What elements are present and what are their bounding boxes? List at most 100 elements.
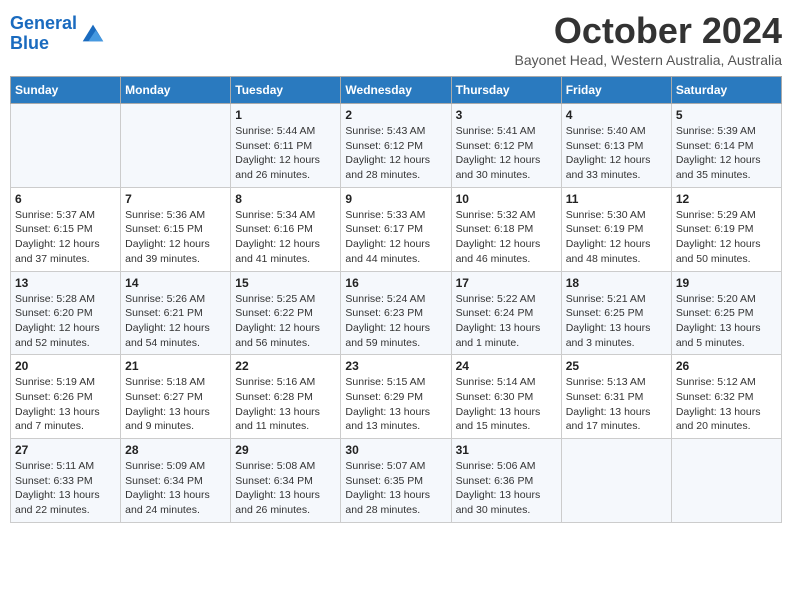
day-info: Sunrise: 5:41 AM Sunset: 6:12 PM Dayligh… — [456, 124, 557, 183]
day-number: 29 — [235, 443, 336, 457]
calendar-day-cell: 10 Sunrise: 5:32 AM Sunset: 6:18 PM Dayli… — [451, 187, 561, 271]
calendar-day-cell: 24 Sunrise: 5:14 AM Sunset: 6:30 PM Dayli… — [451, 355, 561, 439]
calendar-day-cell: 21 Sunrise: 5:18 AM Sunset: 6:27 PM Dayli… — [121, 355, 231, 439]
day-info: Sunrise: 5:33 AM Sunset: 6:17 PM Dayligh… — [345, 208, 446, 267]
day-number: 23 — [345, 359, 446, 373]
day-number: 17 — [456, 276, 557, 290]
day-number: 3 — [456, 108, 557, 122]
day-number: 12 — [676, 192, 777, 206]
weekday-header-cell: Friday — [561, 77, 671, 104]
calendar-day-cell: 25 Sunrise: 5:13 AM Sunset: 6:31 PM Dayli… — [561, 355, 671, 439]
day-number: 10 — [456, 192, 557, 206]
calendar-day-cell: 16 Sunrise: 5:24 AM Sunset: 6:23 PM Dayli… — [341, 271, 451, 355]
day-number: 31 — [456, 443, 557, 457]
day-info: Sunrise: 5:14 AM Sunset: 6:30 PM Dayligh… — [456, 375, 557, 434]
day-number: 21 — [125, 359, 226, 373]
day-info: Sunrise: 5:18 AM Sunset: 6:27 PM Dayligh… — [125, 375, 226, 434]
day-info: Sunrise: 5:25 AM Sunset: 6:22 PM Dayligh… — [235, 292, 336, 351]
day-info: Sunrise: 5:06 AM Sunset: 6:36 PM Dayligh… — [456, 459, 557, 518]
location-title: Bayonet Head, Western Australia, Austral… — [515, 52, 782, 68]
day-info: Sunrise: 5:36 AM Sunset: 6:15 PM Dayligh… — [125, 208, 226, 267]
page-header: General Blue October 2024 Bayonet Head, … — [10, 10, 782, 68]
day-info: Sunrise: 5:40 AM Sunset: 6:13 PM Dayligh… — [566, 124, 667, 183]
calendar-day-cell — [11, 104, 121, 188]
calendar-day-cell — [671, 439, 781, 523]
title-block: October 2024 Bayonet Head, Western Austr… — [515, 10, 782, 68]
day-info: Sunrise: 5:13 AM Sunset: 6:31 PM Dayligh… — [566, 375, 667, 434]
day-info: Sunrise: 5:37 AM Sunset: 6:15 PM Dayligh… — [15, 208, 116, 267]
weekday-header-cell: Tuesday — [231, 77, 341, 104]
calendar-day-cell: 13Sunrise: 5:28 AM Sunset: 6:20 PM Dayli… — [11, 271, 121, 355]
weekday-header-row: SundayMondayTuesdayWednesdayThursdayFrid… — [11, 77, 782, 104]
calendar-day-cell: 17 Sunrise: 5:22 AM Sunset: 6:24 PM Dayli… — [451, 271, 561, 355]
calendar-day-cell: 29 Sunrise: 5:08 AM Sunset: 6:34 PM Dayli… — [231, 439, 341, 523]
weekday-header-cell: Saturday — [671, 77, 781, 104]
weekday-header-cell: Thursday — [451, 77, 561, 104]
day-info: Sunrise: 5:34 AM Sunset: 6:16 PM Dayligh… — [235, 208, 336, 267]
day-number: 14 — [125, 276, 226, 290]
day-number: 20 — [15, 359, 116, 373]
calendar-day-cell: 7Sunrise: 5:36 AM Sunset: 6:15 PM Daylig… — [121, 187, 231, 271]
calendar-day-cell: 3 Sunrise: 5:41 AM Sunset: 6:12 PM Daylig… — [451, 104, 561, 188]
logo-icon — [79, 19, 107, 47]
calendar-week-row: 20 Sunrise: 5:19 AM Sunset: 6:26 PM Dayli… — [11, 355, 782, 439]
day-number: 22 — [235, 359, 336, 373]
calendar-day-cell: 9 Sunrise: 5:33 AM Sunset: 6:17 PM Daylig… — [341, 187, 451, 271]
calendar-day-cell: 1 Sunrise: 5:44 AM Sunset: 6:11 PM Daylig… — [231, 104, 341, 188]
day-info: Sunrise: 5:20 AM Sunset: 6:25 PM Dayligh… — [676, 292, 777, 351]
calendar-day-cell — [561, 439, 671, 523]
day-info: Sunrise: 5:32 AM Sunset: 6:18 PM Dayligh… — [456, 208, 557, 267]
day-number: 16 — [345, 276, 446, 290]
day-info: Sunrise: 5:22 AM Sunset: 6:24 PM Dayligh… — [456, 292, 557, 351]
calendar-day-cell: 30 Sunrise: 5:07 AM Sunset: 6:35 PM Dayli… — [341, 439, 451, 523]
day-info: Sunrise: 5:24 AM Sunset: 6:23 PM Dayligh… — [345, 292, 446, 351]
calendar-day-cell — [121, 104, 231, 188]
day-number: 1 — [235, 108, 336, 122]
calendar-day-cell: 6 Sunrise: 5:37 AM Sunset: 6:15 PM Daylig… — [11, 187, 121, 271]
calendar-day-cell: 5 Sunrise: 5:39 AM Sunset: 6:14 PM Daylig… — [671, 104, 781, 188]
day-number: 18 — [566, 276, 667, 290]
calendar-day-cell: 15 Sunrise: 5:25 AM Sunset: 6:22 PM Dayli… — [231, 271, 341, 355]
day-info: Sunrise: 5:11 AM Sunset: 6:33 PM Dayligh… — [15, 459, 116, 518]
day-number: 24 — [456, 359, 557, 373]
day-number: 25 — [566, 359, 667, 373]
day-info: Sunrise: 5:08 AM Sunset: 6:34 PM Dayligh… — [235, 459, 336, 518]
day-info: Sunrise: 5:07 AM Sunset: 6:35 PM Dayligh… — [345, 459, 446, 518]
calendar-week-row: 27Sunrise: 5:11 AM Sunset: 6:33 PM Dayli… — [11, 439, 782, 523]
calendar-day-cell: 27Sunrise: 5:11 AM Sunset: 6:33 PM Dayli… — [11, 439, 121, 523]
day-number: 6 — [15, 192, 116, 206]
day-info: Sunrise: 5:28 AM Sunset: 6:20 PM Dayligh… — [15, 292, 116, 351]
calendar-day-cell: 19 Sunrise: 5:20 AM Sunset: 6:25 PM Dayli… — [671, 271, 781, 355]
day-info: Sunrise: 5:44 AM Sunset: 6:11 PM Dayligh… — [235, 124, 336, 183]
day-number: 15 — [235, 276, 336, 290]
day-info: Sunrise: 5:15 AM Sunset: 6:29 PM Dayligh… — [345, 375, 446, 434]
calendar-week-row: 1 Sunrise: 5:44 AM Sunset: 6:11 PM Daylig… — [11, 104, 782, 188]
day-number: 9 — [345, 192, 446, 206]
day-number: 4 — [566, 108, 667, 122]
day-info: Sunrise: 5:19 AM Sunset: 6:26 PM Dayligh… — [15, 375, 116, 434]
calendar-day-cell: 26Sunrise: 5:12 AM Sunset: 6:32 PM Dayli… — [671, 355, 781, 439]
day-info: Sunrise: 5:26 AM Sunset: 6:21 PM Dayligh… — [125, 292, 226, 351]
day-number: 5 — [676, 108, 777, 122]
calendar-week-row: 6 Sunrise: 5:37 AM Sunset: 6:15 PM Daylig… — [11, 187, 782, 271]
calendar-day-cell: 11 Sunrise: 5:30 AM Sunset: 6:19 PM Dayli… — [561, 187, 671, 271]
day-info: Sunrise: 5:39 AM Sunset: 6:14 PM Dayligh… — [676, 124, 777, 183]
day-info: Sunrise: 5:30 AM Sunset: 6:19 PM Dayligh… — [566, 208, 667, 267]
day-number: 19 — [676, 276, 777, 290]
calendar-day-cell: 4 Sunrise: 5:40 AM Sunset: 6:13 PM Daylig… — [561, 104, 671, 188]
day-number: 11 — [566, 192, 667, 206]
day-info: Sunrise: 5:29 AM Sunset: 6:19 PM Dayligh… — [676, 208, 777, 267]
calendar-week-row: 13Sunrise: 5:28 AM Sunset: 6:20 PM Dayli… — [11, 271, 782, 355]
calendar-day-cell: 12 Sunrise: 5:29 AM Sunset: 6:19 PM Dayli… — [671, 187, 781, 271]
calendar-day-cell: 23 Sunrise: 5:15 AM Sunset: 6:29 PM Dayli… — [341, 355, 451, 439]
weekday-header-cell: Sunday — [11, 77, 121, 104]
calendar-day-cell: 14 Sunrise: 5:26 AM Sunset: 6:21 PM Dayli… — [121, 271, 231, 355]
logo: General Blue — [10, 14, 107, 54]
day-info: Sunrise: 5:12 AM Sunset: 6:32 PM Dayligh… — [676, 375, 777, 434]
day-number: 30 — [345, 443, 446, 457]
calendar-table: SundayMondayTuesdayWednesdayThursdayFrid… — [10, 76, 782, 523]
day-info: Sunrise: 5:43 AM Sunset: 6:12 PM Dayligh… — [345, 124, 446, 183]
calendar-day-cell: 2 Sunrise: 5:43 AM Sunset: 6:12 PM Daylig… — [341, 104, 451, 188]
calendar-body: 1 Sunrise: 5:44 AM Sunset: 6:11 PM Daylig… — [11, 104, 782, 523]
day-number: 2 — [345, 108, 446, 122]
